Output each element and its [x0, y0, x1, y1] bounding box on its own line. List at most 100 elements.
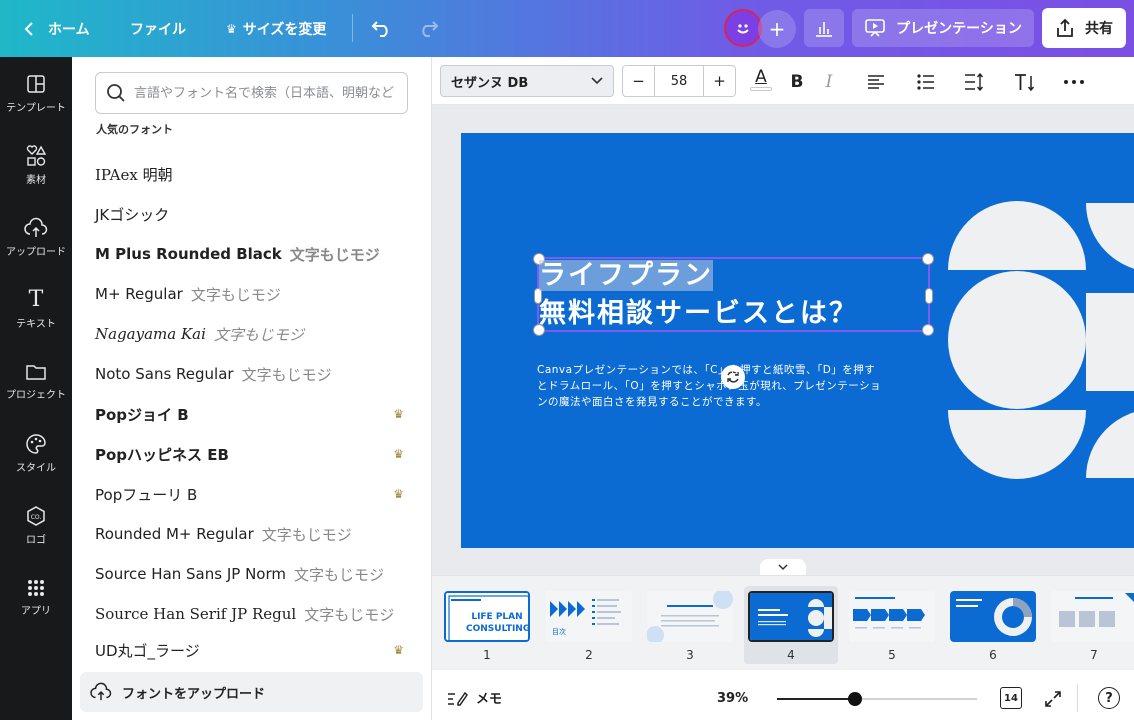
font-panel: 人気のフォント IPAex 明朝 JKゴシック M Plus Rounded B…: [72, 57, 432, 720]
rail-item-templates[interactable]: テンプレート: [0, 61, 72, 125]
align-left-icon: [868, 75, 884, 89]
zoom-slider-thumb[interactable]: [848, 692, 862, 706]
font-search-input[interactable]: [134, 85, 394, 101]
font-item[interactable]: M Plus Rounded Black 文字もじモジ: [72, 234, 431, 274]
slide-title-line1: ライフプラン: [539, 260, 713, 291]
font-item[interactable]: Source Han Serif JP Regul 文字もじモジ: [72, 594, 431, 634]
page-thumbnail-selected[interactable]: [748, 591, 834, 642]
back-home-button[interactable]: ホーム: [22, 0, 90, 57]
font-item[interactable]: JKゴシック: [72, 194, 431, 234]
rail-item-styles[interactable]: スタイル: [0, 421, 72, 485]
share-button[interactable]: 共有: [1042, 8, 1126, 48]
page-thumbnail[interactable]: [1051, 591, 1134, 642]
more-dots-icon: [1064, 80, 1084, 84]
divider: [352, 14, 353, 42]
rail-item-projects[interactable]: プロジェクト: [0, 349, 72, 413]
font-item[interactable]: M+ Regular 文字もじモジ: [72, 274, 431, 314]
font-sample: 文字もじモジ: [261, 525, 352, 544]
spacing-button[interactable]: [960, 69, 988, 95]
font-item[interactable]: Nagayama Kai 文字もじモジ: [72, 314, 431, 354]
resize-handle[interactable]: [922, 253, 934, 265]
more-options-button[interactable]: [1060, 69, 1088, 95]
crown-icon: ♛: [393, 487, 404, 501]
help-button[interactable]: ?: [1098, 687, 1120, 709]
expand-icon: [1045, 691, 1061, 707]
rail-item-uploads[interactable]: アップロード: [0, 205, 72, 269]
page-thumbnail-strip: LIFE PLAN CONSULTING 1 目次 2 3 4 5 6 7: [432, 575, 1134, 670]
slide-body-text[interactable]: Canvaプレゼンテーションでは、「C」を押すと紙吹雪、「D」を押すとドラムロー…: [537, 362, 882, 410]
align-button[interactable]: [862, 69, 890, 95]
editor-footer: メモ 39% 14 ?: [432, 670, 1134, 720]
elements-icon: [26, 144, 47, 166]
font-family-dropdown[interactable]: セザンヌ DB: [440, 65, 614, 97]
rail-item-elements[interactable]: 素材: [0, 133, 72, 197]
page-thumbnail[interactable]: [647, 591, 733, 642]
font-item[interactable]: Popジョイ B ♛: [72, 394, 431, 434]
font-item[interactable]: UD丸ゴ_ラージ ♛: [72, 634, 431, 666]
notes-pencil-icon: [448, 691, 468, 706]
rail-item-logo[interactable]: CO. ロゴ: [0, 493, 72, 557]
page-thumbnail[interactable]: 目次: [546, 591, 632, 642]
upload-cloud-icon: [24, 217, 48, 237]
top-bar: ホーム ファイル ♛ サイズを変更 + プレゼンテーション 共有: [0, 0, 1134, 57]
thumbnail-preview: [647, 591, 733, 642]
font-name: Popハッピネス EB: [95, 445, 229, 464]
font-item[interactable]: Popハッピネス EB ♛: [72, 434, 431, 474]
page-count-button[interactable]: 14: [1000, 687, 1022, 709]
collapse-strip-button[interactable]: [760, 559, 806, 575]
resize-handle[interactable]: [922, 324, 934, 336]
bar-chart-icon: [816, 22, 832, 37]
rail-label: テキスト: [16, 318, 56, 330]
undo-button[interactable]: [368, 14, 396, 42]
present-button[interactable]: プレゼンテーション: [852, 9, 1034, 47]
rail-label: ロゴ: [26, 534, 46, 546]
line-spacing-icon: [965, 73, 984, 91]
font-name: Popフューリ B: [95, 485, 198, 504]
italic-button[interactable]: I: [816, 69, 842, 95]
font-item[interactable]: Rounded M+ Regular 文字もじモジ: [72, 514, 431, 554]
notes-button[interactable]: メモ: [446, 688, 502, 707]
bold-button[interactable]: B: [784, 69, 810, 95]
font-item[interactable]: Source Han Sans JP Norm 文字もじモジ: [72, 554, 431, 594]
font-sample: 文字もじモジ: [294, 565, 385, 584]
fullscreen-button[interactable]: [1042, 688, 1064, 710]
increase-font-size-button[interactable]: +: [703, 66, 735, 96]
zoom-level[interactable]: 39%: [717, 691, 748, 706]
chevron-left-icon: [24, 21, 33, 36]
presentation-icon: [865, 19, 885, 37]
add-collaborator-button[interactable]: +: [758, 10, 796, 48]
font-item[interactable]: IPAex 明朝: [72, 154, 431, 194]
list-button[interactable]: [912, 69, 940, 95]
text-color-button[interactable]: A: [748, 67, 774, 97]
notes-label: メモ: [476, 692, 503, 707]
file-menu[interactable]: ファイル: [130, 0, 186, 57]
home-label: ホーム: [48, 21, 90, 38]
font-search-box[interactable]: [95, 72, 408, 114]
user-avatar[interactable]: [724, 9, 762, 47]
upload-font-button[interactable]: フォントをアップロード: [80, 672, 423, 712]
page-number: 1: [483, 648, 491, 662]
page-number: 5: [888, 648, 896, 662]
resize-button[interactable]: ♛ サイズを変更: [226, 0, 326, 57]
insights-button[interactable]: [804, 9, 844, 47]
page-thumbnail[interactable]: [849, 591, 935, 642]
rail-item-apps[interactable]: アプリ: [0, 565, 72, 629]
zoom-slider[interactable]: [777, 692, 977, 706]
redo-button[interactable]: [414, 14, 442, 42]
plus-icon: +: [768, 17, 786, 41]
font-item[interactable]: Noto Sans Regular 文字もじモジ: [72, 354, 431, 394]
text-effects-button[interactable]: [1010, 69, 1038, 95]
page-thumbnail[interactable]: LIFE PLAN CONSULTING: [444, 591, 530, 642]
decrease-font-size-button[interactable]: −: [623, 66, 655, 96]
popular-fonts-heading: 人気のフォント: [96, 123, 173, 136]
font-size-value[interactable]: 58: [655, 74, 703, 89]
font-family-value: セザンヌ DB: [451, 75, 529, 91]
side-handle[interactable]: [925, 288, 933, 304]
slide-canvas[interactable]: ライフプラン 無料相談サービスとは？ Canvaプレゼンテーションでは、「C」を…: [461, 133, 1134, 548]
font-item[interactable]: Popフューリ B ♛: [72, 474, 431, 514]
slide-title[interactable]: ライフプラン 無料相談サービスとは？: [539, 257, 858, 333]
text-color-icon: A: [755, 67, 767, 87]
page-thumbnail[interactable]: [950, 591, 1036, 642]
thumb-text-line: LIFE PLAN: [471, 612, 523, 622]
rail-item-text[interactable]: T テキスト: [0, 277, 72, 341]
